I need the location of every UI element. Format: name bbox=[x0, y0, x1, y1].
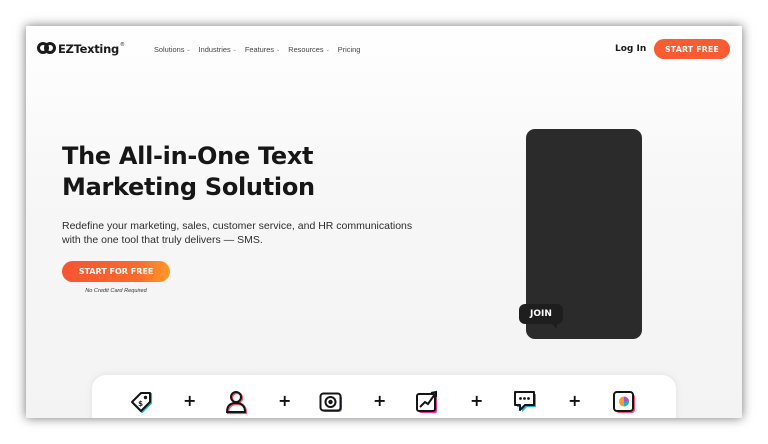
nav-item-label: Pricing bbox=[337, 45, 361, 54]
hero-subtitle-line1: Redefine your marketing, sales, customer… bbox=[62, 220, 413, 232]
plus-separator: + bbox=[183, 391, 197, 410]
analytics-icon bbox=[613, 391, 635, 413]
plus-separator: + bbox=[373, 391, 387, 410]
feature-icon-bar: $ + + + + + bbox=[92, 375, 676, 418]
hero-title-line2: Marketing Solution bbox=[62, 173, 315, 201]
hero-title-line1: The All-in-One Text bbox=[62, 142, 314, 170]
trademark-symbol: ® bbox=[119, 42, 125, 48]
chevron-down-icon: ⌄ bbox=[325, 46, 330, 53]
svg-text:$: $ bbox=[138, 400, 143, 408]
nav-item-industries[interactable]: Industries ⌄ bbox=[199, 45, 237, 54]
login-link[interactable]: Log In bbox=[615, 44, 646, 54]
join-badge: JOIN bbox=[519, 304, 563, 329]
brand-name: EZTexting bbox=[58, 42, 119, 56]
main-nav: Solutions ⌄ Industries ⌄ Features ⌄ Reso… bbox=[154, 45, 360, 54]
plus-separator: + bbox=[470, 391, 484, 410]
logo-mark-icon bbox=[37, 42, 56, 56]
plus-separator: + bbox=[568, 391, 582, 410]
camera-icon bbox=[319, 392, 342, 412]
start-for-free-button[interactable]: START FOR FREE bbox=[62, 261, 170, 282]
brand-logo[interactable]: EZTexting ® bbox=[37, 40, 125, 58]
nav-item-label: Resources bbox=[288, 45, 324, 54]
nav-item-label: Features bbox=[244, 45, 275, 54]
chat-bubble-icon bbox=[514, 391, 536, 412]
nav-item-solutions[interactable]: Solutions ⌄ bbox=[154, 45, 191, 54]
tag-icon: $ bbox=[131, 392, 153, 414]
no-credit-card-note: No Credit Card Required bbox=[85, 288, 147, 294]
growth-chart-icon bbox=[416, 390, 437, 413]
nav-item-features[interactable]: Features ⌄ bbox=[245, 45, 280, 54]
chevron-down-icon: ⌄ bbox=[276, 46, 281, 53]
hero-subtitle: Redefine your marketing, sales, customer… bbox=[62, 219, 452, 247]
hero-subtitle-line2: with the one tool that truly delivers — … bbox=[62, 234, 263, 246]
nav-item-resources[interactable]: Resources ⌄ bbox=[288, 45, 330, 54]
browser-viewport: EZTexting ® Solutions ⌄ Industries ⌄ Fea… bbox=[26, 26, 742, 418]
plus-separator: + bbox=[278, 391, 292, 410]
hero-title: The All-in-One Text Marketing Solution bbox=[62, 141, 315, 203]
chevron-down-icon: ⌄ bbox=[232, 46, 237, 53]
nav-item-label: Solutions bbox=[154, 45, 185, 54]
nav-item-label: Industries bbox=[198, 45, 231, 54]
nav-item-pricing[interactable]: Pricing bbox=[338, 45, 361, 54]
chevron-down-icon: ⌄ bbox=[186, 46, 191, 53]
start-free-button[interactable]: START FREE bbox=[654, 39, 730, 59]
contact-icon bbox=[225, 391, 248, 415]
